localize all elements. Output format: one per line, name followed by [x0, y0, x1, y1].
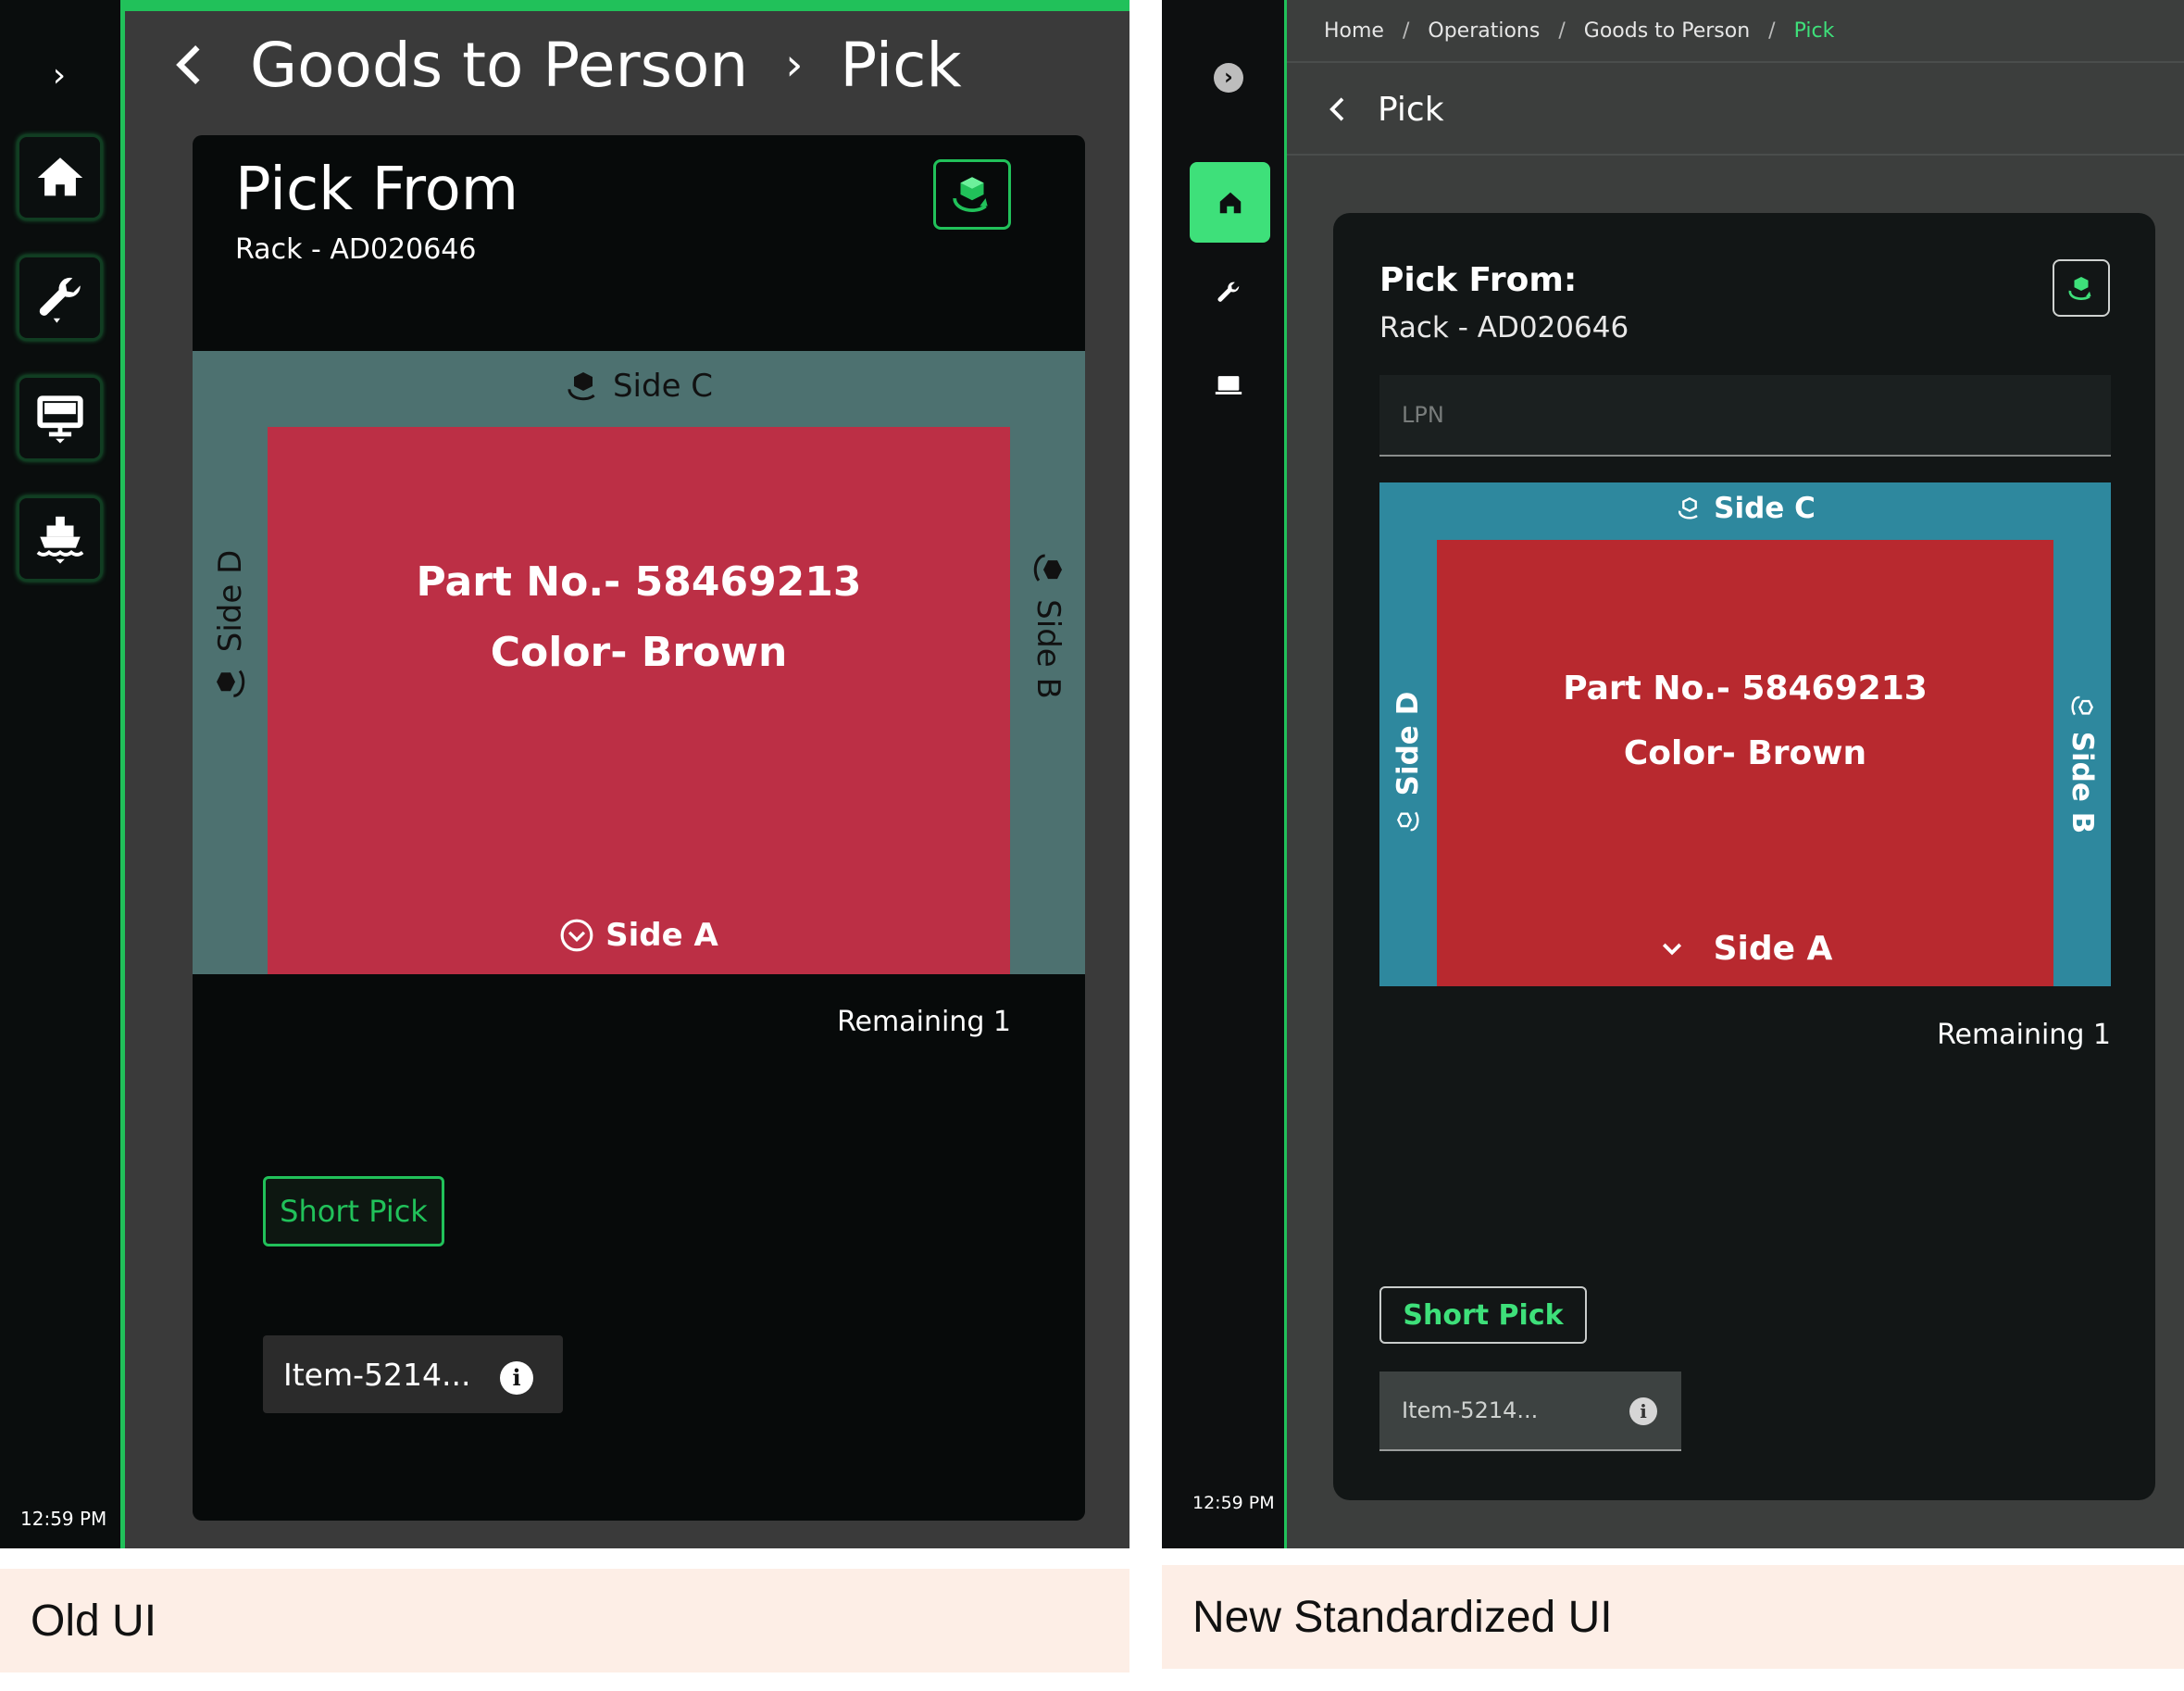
short-pick-button[interactable]: Short Pick — [1379, 1286, 1587, 1344]
rotate-box-icon — [1033, 554, 1062, 582]
top-accent-line — [125, 0, 1129, 11]
card-subtitle: Rack - AD020646 — [235, 233, 477, 266]
pick-card: Pick From Rack - AD020646 Side C Part No… — [193, 135, 1085, 1521]
page-title: Pick — [1378, 90, 1444, 129]
nav-monitor-button[interactable] — [19, 378, 100, 458]
part-color: Color- Brown — [490, 629, 788, 676]
nav-tools-button[interactable] — [1210, 274, 1247, 311]
rotate-box-icon — [2071, 695, 2094, 716]
card-subtitle: Rack - AD020646 — [1379, 311, 1629, 344]
back-arrow-icon[interactable] — [1324, 95, 1352, 123]
wrench-icon — [1217, 282, 1240, 302]
side-c-label[interactable]: Side C — [193, 368, 1085, 405]
short-pick-button[interactable]: Short Pick — [263, 1176, 444, 1246]
item-field[interactable]: Item-5214... i — [1379, 1372, 1681, 1451]
rotate-box-icon — [2068, 277, 2091, 300]
chevron-down-circle-icon — [560, 919, 593, 952]
side-b-label[interactable]: Side B — [1010, 351, 1085, 898]
expand-chevron-icon[interactable]: › — [41, 57, 78, 94]
home-icon — [37, 157, 82, 195]
side-c-label[interactable]: Side C — [1379, 492, 2111, 525]
back-arrow-icon[interactable] — [167, 42, 213, 88]
side-a-label[interactable]: Side A — [268, 917, 1010, 954]
rotate-rack-button[interactable] — [2053, 259, 2110, 317]
rack-diagram: Side C Part No.- 58469213 Color- Brown S… — [1379, 482, 2111, 986]
clock-time: 12:59 PM — [20, 1508, 107, 1530]
side-d-label[interactable]: Side D — [1379, 540, 1437, 986]
page-title-bar: Pick — [1287, 65, 2184, 156]
laptop-icon — [1215, 376, 1242, 395]
part-face: Part No.- 58469213 Color- Brown Side A — [1437, 540, 2053, 986]
item-field[interactable]: Item-5214... i — [263, 1335, 563, 1413]
side-b-label[interactable]: Side B — [2053, 540, 2111, 986]
rack-diagram: Side C Part No.- 58469213 Color- Brown S… — [193, 351, 1085, 974]
rotate-box-icon — [1396, 811, 1419, 832]
breadcrumb-operations[interactable]: Operations — [1428, 19, 1540, 43]
breadcrumb-home[interactable]: Home — [1324, 19, 1384, 43]
item-value: Item-5214... — [1402, 1397, 1539, 1423]
rotate-box-icon — [1679, 496, 1698, 520]
info-icon[interactable]: i — [1629, 1397, 1657, 1425]
side-a-label[interactable]: Side A — [1437, 930, 2053, 968]
expand-chevron-icon[interactable]: › — [1214, 63, 1243, 93]
caption-new: New Standardized UI — [1162, 1565, 2184, 1669]
rotate-box-icon — [216, 670, 244, 697]
nav-laptop-button[interactable] — [1210, 367, 1247, 404]
caption-old: Old UI — [0, 1569, 1129, 1672]
part-number: Part No.- 58469213 — [1563, 670, 1928, 708]
side-d-label[interactable]: Side D — [193, 351, 268, 898]
page-header: Goods to Person › Pick — [167, 23, 962, 106]
item-value: Item-5214... — [283, 1356, 471, 1393]
chevron-down-icon — [1662, 943, 1681, 955]
old-ui-screen: › 12:59 PM Goods to Person › Pick Pick F… — [0, 0, 1129, 1548]
ship-icon — [36, 516, 83, 564]
new-ui-screen: › 12:59 PM Home / Operations / Goods to … — [1162, 0, 2184, 1548]
wrench-icon — [39, 277, 81, 323]
breadcrumb-goods-to-person[interactable]: Goods to Person — [1584, 19, 1750, 43]
remaining-count: Remaining 1 — [837, 1006, 1011, 1038]
nav-shipping-button[interactable] — [19, 498, 100, 579]
info-icon[interactable]: i — [500, 1361, 533, 1395]
breadcrumb: Home / Operations / Goods to Person / Pi… — [1287, 0, 2184, 63]
header-section[interactable]: Goods to Person — [250, 30, 748, 101]
pick-card: Pick From: Rack - AD020646 LPN Side C Pa… — [1333, 213, 2155, 1500]
monitor-icon — [36, 395, 83, 444]
part-number: Part No.- 58469213 — [416, 558, 862, 606]
rotate-box-icon — [953, 177, 988, 213]
lpn-input[interactable]: LPN — [1379, 375, 2111, 457]
breadcrumb-pick: Pick — [1793, 19, 1835, 43]
card-title: Pick From — [235, 156, 519, 224]
old-side-rail: › 12:59 PM — [0, 0, 125, 1548]
new-side-rail: › 12:59 PM — [1162, 0, 1287, 1548]
rotate-rack-button[interactable] — [933, 159, 1011, 230]
nav-home-button[interactable] — [1190, 162, 1270, 243]
part-color: Color- Brown — [1623, 734, 1867, 772]
rotate-box-icon — [568, 372, 595, 401]
remaining-count: Remaining 1 — [1937, 1019, 2111, 1051]
home-icon — [1219, 192, 1241, 213]
nav-tools-button[interactable] — [19, 257, 100, 338]
card-title: Pick From: — [1379, 261, 1578, 299]
clock-time: 12:59 PM — [1192, 1493, 1275, 1513]
part-face: Part No.- 58469213 Color- Brown Side A — [268, 427, 1010, 974]
header-page: Pick — [840, 29, 962, 101]
header-separator: › — [785, 39, 804, 91]
nav-home-button[interactable] — [19, 137, 100, 218]
